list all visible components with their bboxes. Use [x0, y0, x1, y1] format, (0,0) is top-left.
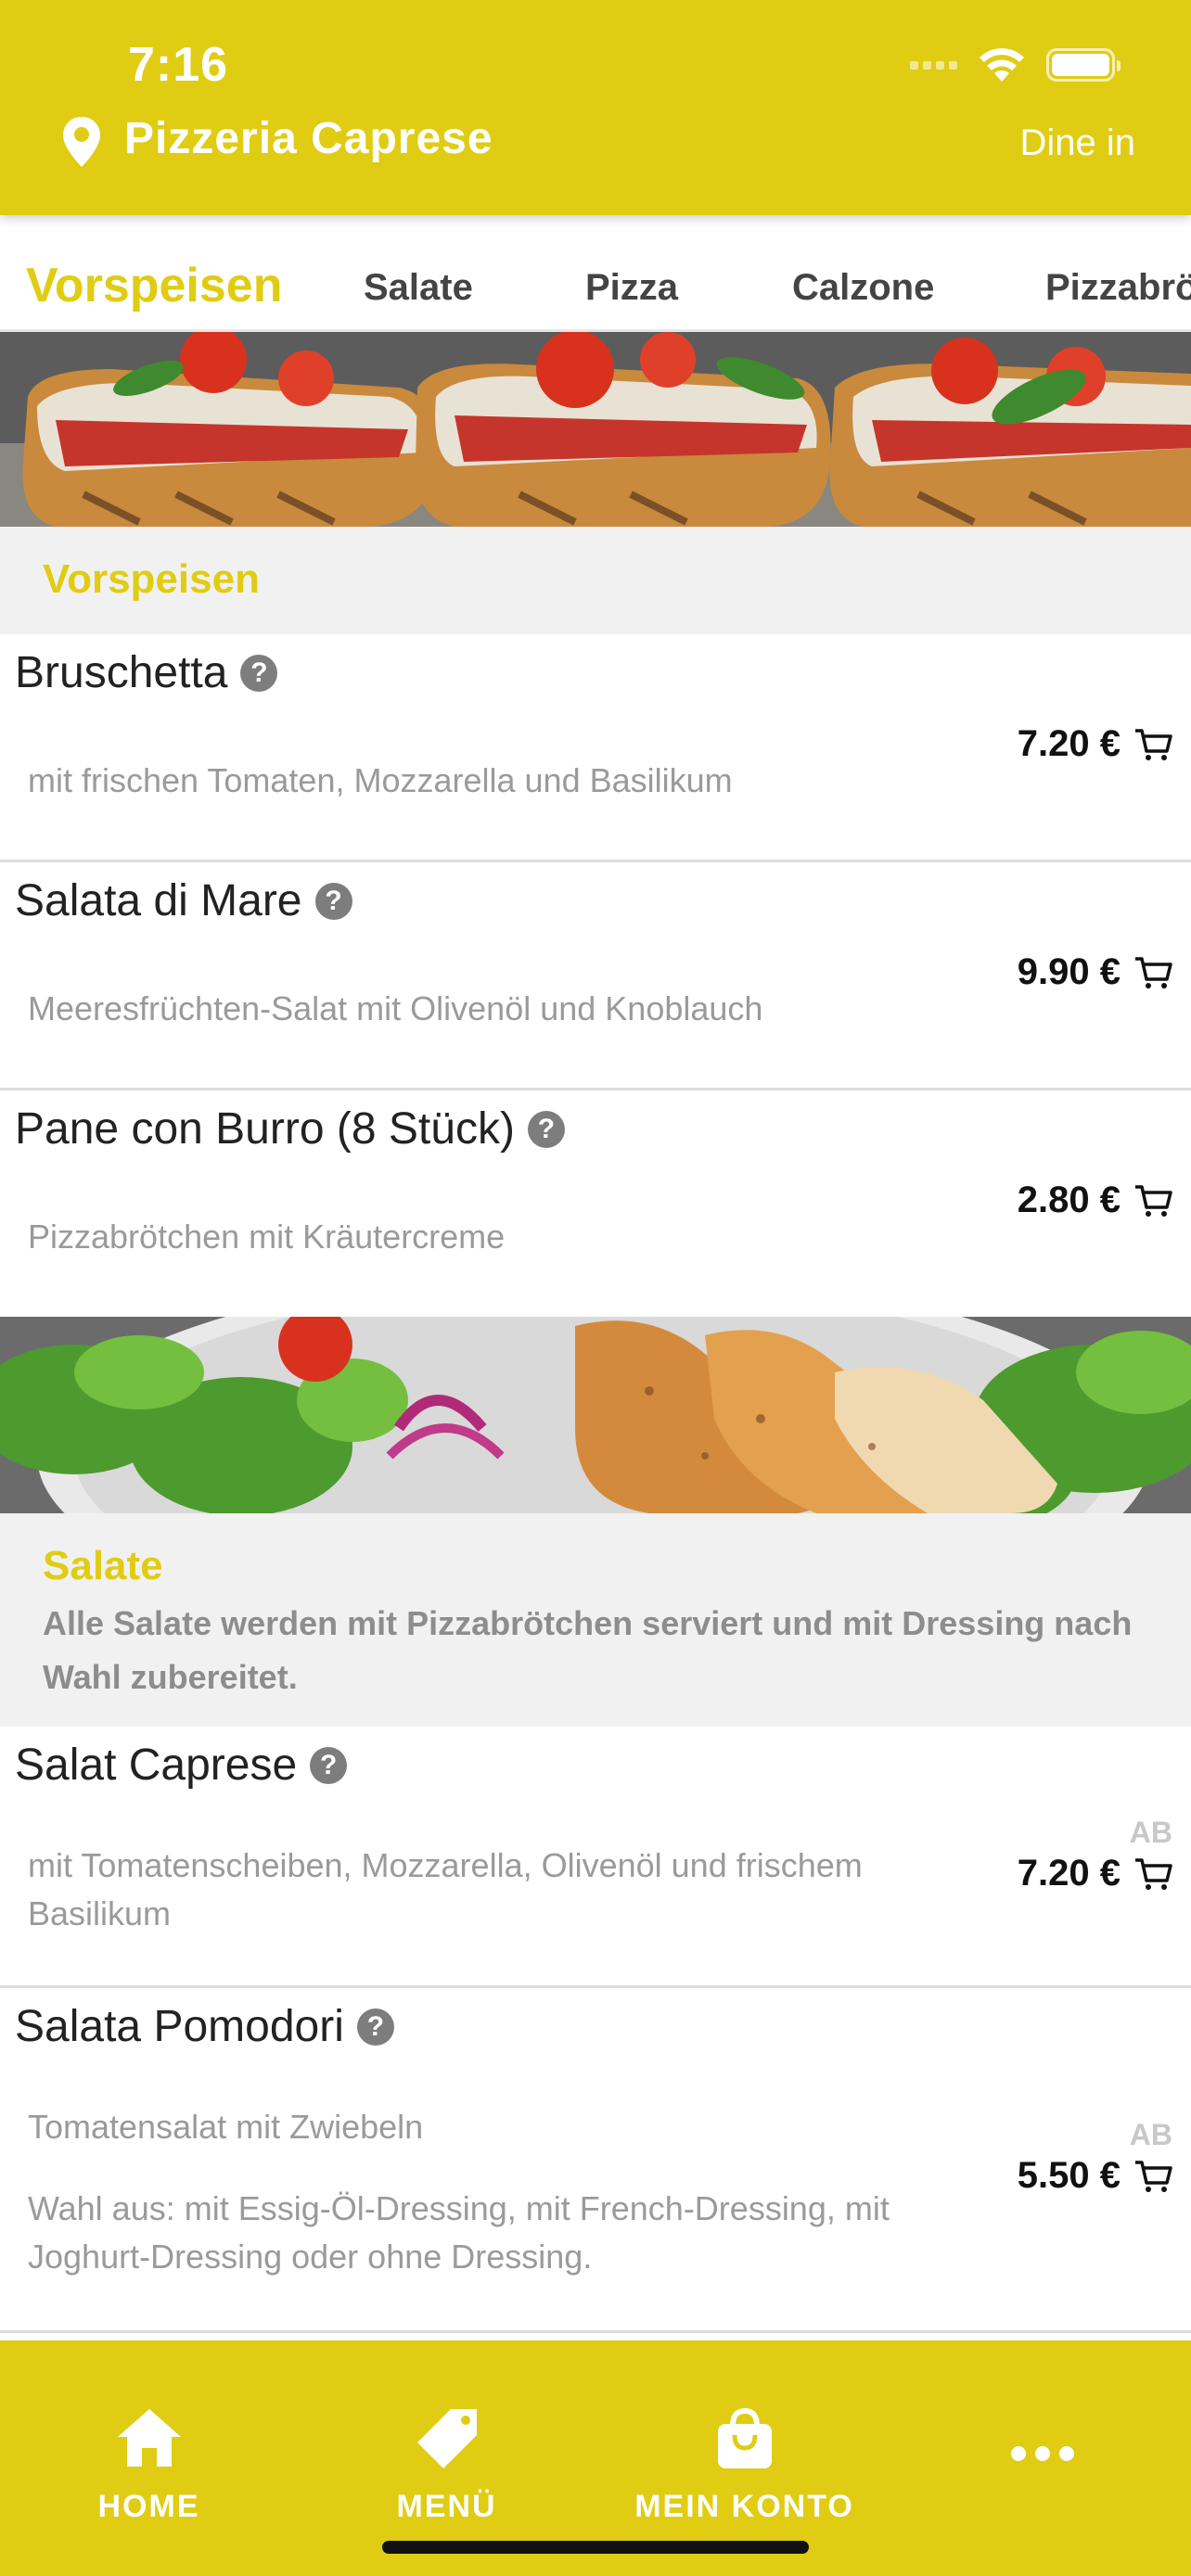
status-time: 7:16 [128, 38, 229, 92]
location-pin-icon [63, 117, 100, 167]
item-price: 2.80 € [1017, 1180, 1121, 1220]
cellular-signal-icon [910, 60, 957, 70]
tab-pizzabroetchen[interactable]: Pizzabrö [1045, 267, 1191, 309]
price-from-label: AB [1129, 2118, 1172, 2151]
salate-banner-image [0, 1317, 1191, 1513]
nav-account[interactable]: MEIN KONTO [596, 2340, 893, 2526]
dine-in-toggle[interactable]: Dine in [1019, 122, 1135, 164]
item-name: Pane con Burro (8 Stück) [15, 1104, 515, 1154]
item-price: 9.90 € [1017, 951, 1121, 992]
section-title: Salate [43, 1543, 163, 1588]
menu-item[interactable]: Bruschetta ? mit frischen Tomaten, Mozza… [0, 634, 1191, 862]
item-name: Salat Caprese [15, 1741, 298, 1790]
nav-account-label: MEIN KONTO [634, 2489, 854, 2524]
status-icons [910, 46, 1121, 83]
cart-icon [1135, 728, 1172, 760]
cart-icon [1135, 1184, 1172, 1217]
item-description: Meeresfrüchten-Salat mit Olivenöl und Kn… [28, 989, 763, 1027]
help-icon[interactable]: ? [527, 1110, 565, 1148]
price-button[interactable]: 2.80 € [1018, 1180, 1172, 1221]
more-icon [1010, 2446, 1074, 2461]
item-price: 7.20 € [1017, 1853, 1121, 1894]
price-button[interactable]: 9.90 € [1018, 951, 1172, 993]
help-icon[interactable]: ? [240, 654, 278, 692]
nav-more[interactable] [893, 2340, 1191, 2526]
battery-icon [1046, 48, 1121, 82]
restaurant-name[interactable]: Pizzeria Caprese [124, 113, 493, 164]
menu-item[interactable]: Salata di Mare ? Meeresfrüchten-Salat mi… [0, 862, 1191, 1090]
section-description: Alle Salate werden mit Pizzabrötchen ser… [43, 1604, 1133, 1696]
help-icon[interactable]: ? [314, 882, 352, 920]
section-header-salate: Salate Alle Salate werden mit Pizzabrötc… [0, 1513, 1191, 1727]
item-description: mit Tomatenscheiben, Mozzarella, Olivenö… [28, 1846, 863, 1932]
help-icon[interactable]: ? [356, 2008, 394, 2046]
price-button[interactable]: 5.50 € [1018, 2155, 1172, 2197]
menu-item[interactable]: Salat Caprese ? mit Tomatenscheiben, Moz… [0, 1727, 1191, 1988]
item-description: Tomatensalat mit Zwiebeln [28, 2108, 424, 2146]
item-options: Wahl aus: mit Essig-Öl-Dressing, mit Fre… [28, 2189, 890, 2276]
category-tabs: Vorspeisen Salate Pizza Calzone Pizzabrö [0, 250, 1191, 332]
price-button[interactable]: 7.20 € [1018, 1853, 1172, 1894]
menu-item[interactable]: Pane con Burro (8 Stück) ? Pizzabrötchen… [0, 1090, 1191, 1317]
tab-pizza[interactable]: Pizza [585, 267, 678, 309]
app-header: 7:16 Pizzeria Caprese Dine in [0, 0, 1191, 215]
item-price: 7.20 € [1017, 723, 1121, 764]
section-header-vorspeisen: Vorspeisen [0, 527, 1191, 634]
item-description: Pizzabrötchen mit Kräutercreme [28, 1218, 506, 1256]
item-name-row: Pane con Burro (8 Stück) ? [15, 1103, 565, 1154]
wifi-icon [980, 48, 1024, 82]
tab-salate[interactable]: Salate [364, 267, 473, 309]
nav-home[interactable]: HOME [0, 2340, 298, 2526]
item-name-row: Salata Pomodori ? [15, 2001, 394, 2052]
help-icon[interactable]: ? [310, 1746, 348, 1784]
price-from-label: AB [1129, 1816, 1172, 1849]
tag-icon [416, 2409, 477, 2468]
item-name-row: Salata di Mare ? [15, 875, 352, 926]
cart-icon [1135, 956, 1172, 988]
section-title: Vorspeisen [43, 556, 260, 602]
vorspeisen-banner-image [0, 332, 1191, 527]
nav-home-label: HOME [97, 2489, 200, 2524]
shopping-bag-icon [717, 2407, 772, 2468]
nav-menu[interactable]: MENÜ [298, 2340, 596, 2526]
item-name: Bruschetta [15, 648, 228, 697]
tab-vorspeisen[interactable]: Vorspeisen [26, 258, 282, 313]
home-indicator[interactable] [382, 2541, 809, 2554]
item-name-row: Salat Caprese ? [15, 1740, 348, 1791]
price-button[interactable]: 7.20 € [1018, 723, 1172, 765]
tab-calzone[interactable]: Calzone [792, 267, 934, 309]
cart-icon [1135, 1857, 1172, 1890]
item-name: Salata Pomodori [15, 2002, 344, 2051]
item-price: 5.50 € [1017, 2155, 1121, 2196]
nav-menu-label: MENÜ [396, 2489, 497, 2524]
item-name: Salata di Mare [15, 876, 302, 925]
item-name-row: Bruschetta ? [15, 647, 278, 698]
menu-item[interactable]: Salata Pomodori ? Tomatensalat mit Zwieb… [0, 1988, 1191, 2333]
item-description: mit frischen Tomaten, Mozzarella und Bas… [28, 761, 733, 799]
cart-icon [1135, 2160, 1172, 2192]
home-icon [117, 2409, 181, 2467]
